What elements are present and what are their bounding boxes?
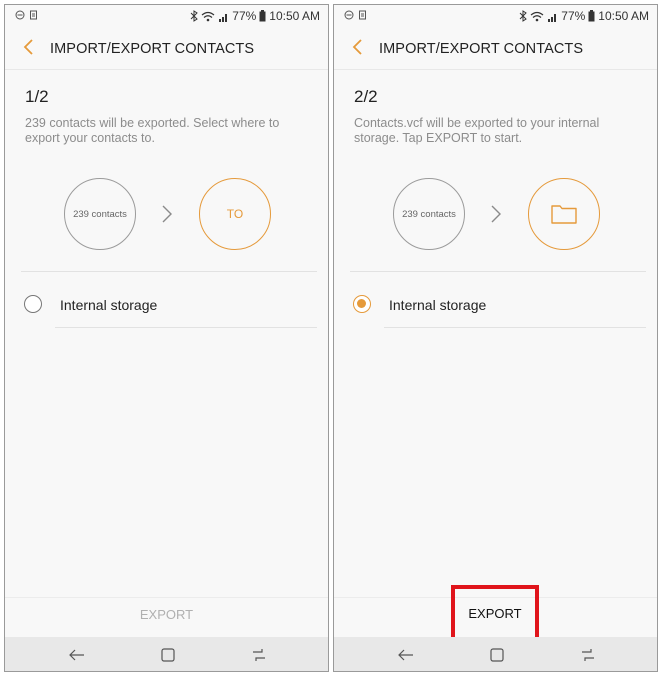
- status-notification-icons: [15, 10, 39, 20]
- notification-icon: [30, 10, 37, 20]
- app-header: IMPORT/EXPORT CONTACTS: [5, 27, 328, 69]
- option-divider: [55, 327, 317, 328]
- status-bar: 77% 10:50 AM: [5, 5, 328, 27]
- options-divider: [21, 271, 317, 272]
- page-title: IMPORT/EXPORT CONTACTS: [50, 41, 255, 57]
- export-button-label: EXPORT: [468, 605, 522, 621]
- option-divider: [384, 327, 646, 328]
- phone-screen-step-2: 77% 10:50 AM IMPORT/EXPORT CONTACTS 2/2 …: [333, 4, 658, 672]
- bottom-divider: [5, 597, 328, 598]
- wifi-icon: [201, 11, 215, 21]
- nav-home-icon[interactable]: [159, 646, 177, 664]
- page-title: IMPORT/EXPORT CONTACTS: [379, 41, 584, 57]
- nav-back-icon[interactable]: [397, 646, 415, 664]
- target-destination-circle: [528, 178, 600, 250]
- battery-percent: 77%: [561, 9, 586, 23]
- internal-storage-label: Internal storage: [60, 297, 158, 313]
- nav-recent-icon[interactable]: [250, 646, 268, 664]
- status-bar: 77% 10:50 AM: [334, 5, 657, 27]
- export-button-disabled: EXPORT: [139, 607, 194, 622]
- chevron-right-icon: [491, 205, 501, 223]
- step-indicator: 2/2: [354, 87, 378, 106]
- source-contacts-circle: 239 contacts: [64, 178, 136, 250]
- header-divider: [334, 69, 657, 70]
- status-time: 10:50 AM: [269, 9, 320, 23]
- options-divider: [350, 271, 646, 272]
- bluetooth-icon: [519, 10, 528, 22]
- nav-recent-icon[interactable]: [579, 646, 597, 664]
- internal-storage-option[interactable]: Internal storage: [15, 287, 315, 323]
- navigation-bar: [334, 637, 657, 671]
- source-contacts-label: 239 contacts: [402, 208, 456, 220]
- folder-icon: [551, 205, 577, 224]
- internal-storage-label: Internal storage: [389, 297, 487, 313]
- internal-storage-radio[interactable]: [24, 295, 42, 313]
- status-time: 10:50 AM: [598, 9, 649, 23]
- radio-dot: [357, 299, 366, 308]
- back-arrow-icon[interactable]: [17, 35, 41, 59]
- step-description: 239 contacts will be exported. Select wh…: [25, 116, 280, 145]
- battery-percent: 77%: [232, 9, 257, 23]
- status-system-icons: 77% 10:50 AM: [190, 9, 320, 23]
- dnd-icon: [344, 10, 354, 20]
- nav-back-icon[interactable]: [68, 646, 86, 664]
- chevron-right-icon: [162, 205, 172, 223]
- nav-home-icon[interactable]: [488, 646, 506, 664]
- step-description: Contacts.vcf will be exported to your in…: [354, 116, 600, 145]
- target-to-label: TO: [226, 207, 244, 221]
- signal-icon: [548, 13, 557, 22]
- internal-storage-radio-selected[interactable]: [353, 295, 371, 313]
- navigation-bar: [5, 637, 328, 671]
- battery-icon: [259, 10, 266, 22]
- step-indicator: 1/2: [25, 87, 49, 106]
- battery-icon: [588, 10, 595, 22]
- export-button[interactable]: EXPORT: [451, 585, 539, 641]
- bluetooth-icon: [190, 10, 199, 22]
- target-destination-circle: TO: [199, 178, 271, 250]
- status-system-icons: 77% 10:50 AM: [519, 9, 649, 23]
- wifi-icon: [530, 11, 544, 21]
- source-contacts-circle: 239 contacts: [393, 178, 465, 250]
- signal-icon: [219, 13, 228, 22]
- status-notification-icons: [344, 10, 368, 20]
- source-contacts-label: 239 contacts: [73, 208, 127, 220]
- dnd-icon: [15, 10, 25, 20]
- notification-icon: [359, 10, 366, 20]
- header-divider: [5, 69, 328, 70]
- phone-screen-step-1: 77% 10:50 AM IMPORT/EXPORT CONTACTS 1/2 …: [4, 4, 329, 672]
- back-arrow-icon[interactable]: [346, 35, 370, 59]
- internal-storage-option[interactable]: Internal storage: [344, 287, 644, 323]
- app-header: IMPORT/EXPORT CONTACTS: [334, 27, 657, 69]
